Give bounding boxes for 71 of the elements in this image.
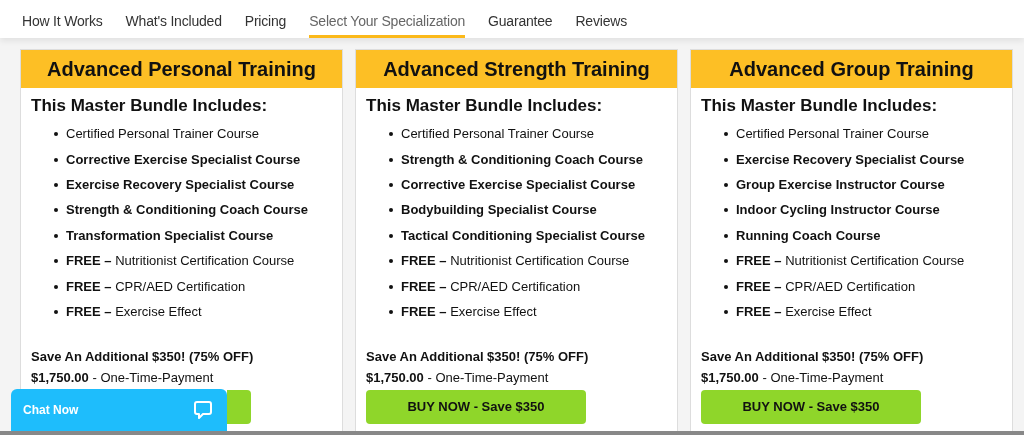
list-item: Exercise Recovery Specialist Course (66, 176, 295, 193)
list-item: FREE – CPR/AED Certification (401, 278, 581, 295)
nav-link[interactable]: What's Included (125, 7, 222, 38)
bullet-icon (724, 157, 728, 162)
bullet-icon (724, 284, 728, 289)
list-item: Transformation Specialist Course (66, 227, 274, 244)
list-item: Certified Personal Trainer Course (66, 126, 259, 143)
bullet-icon (389, 233, 393, 238)
list-item: Tactical Conditioning Specialist Course (401, 227, 645, 244)
list-item: Strength & Conditioning Coach Course (66, 202, 308, 219)
list-item: Certified Personal Trainer Course (401, 126, 594, 143)
bullet-icon (724, 182, 728, 187)
bullet-icon (724, 233, 728, 238)
savings-text: Save An Additional $350! (75% OFF) (701, 347, 925, 366)
bullet-icon (389, 132, 393, 137)
list-item: FREE – CPR/AED Certification (66, 278, 246, 295)
bullet-icon (54, 284, 58, 289)
bullet-icon (54, 182, 58, 187)
list-item: Corrective Exercise Specialist Course (401, 176, 636, 193)
list-item: FREE – Exercise Effect (736, 303, 872, 320)
list-item: FREE – Exercise Effect (401, 303, 537, 320)
list-item: FREE – Nutritionist Certification Course (401, 253, 630, 270)
list-item: Indoor Cycling Instructor Course (736, 202, 940, 219)
buy-button[interactable]: BUY NOW - Save $350 (701, 389, 921, 424)
buy-button[interactable]: BUY NOW - Save $350 (366, 389, 586, 424)
list-item: Group Exercise Instructor Course (736, 176, 945, 193)
savings-text: Save An Additional $350! (75% OFF) (366, 347, 590, 366)
bullet-icon (54, 233, 58, 238)
card-title: Advanced Group Training (691, 50, 1012, 88)
list-item: Strength & Conditioning Coach Course (401, 151, 643, 168)
price-text: $1,750.00 - One-Time-Payment (366, 369, 550, 388)
bullet-icon (389, 259, 393, 264)
card-subtitle: This Master Bundle Includes: (31, 95, 269, 117)
list-item: FREE – CPR/AED Certification (736, 278, 916, 295)
bullet-icon (724, 208, 728, 213)
list-item: FREE – Nutritionist Certification Course (66, 253, 295, 270)
nav-link[interactable]: How It Works (22, 7, 103, 38)
list-item: Running Coach Course (736, 227, 881, 244)
nav-link[interactable]: Reviews (575, 7, 627, 38)
bullet-icon (54, 208, 58, 213)
nav-link[interactable]: Pricing (244, 7, 287, 38)
list-item: Bodybuilding Specialist Course (401, 202, 597, 219)
bullet-icon (724, 309, 728, 314)
bullet-icon (54, 132, 58, 137)
list-item: Certified Personal Trainer Course (736, 126, 929, 143)
bullet-icon (389, 284, 393, 289)
bullet-icon (389, 309, 393, 314)
card-subtitle: This Master Bundle Includes: (701, 95, 939, 117)
chat-label: Chat Now (23, 402, 79, 419)
bullet-icon (389, 182, 393, 187)
price-text: $1,750.00 - One-Time-Payment (701, 369, 885, 388)
bullet-icon (54, 157, 58, 162)
card-title: Advanced Personal Training (21, 50, 342, 88)
list-item: Corrective Exercise Specialist Course (66, 151, 301, 168)
bullet-icon (389, 157, 393, 162)
list-item: FREE – Nutritionist Certification Course (736, 253, 965, 270)
list-item: FREE – Exercise Effect (66, 303, 202, 320)
bullet-icon (724, 132, 728, 137)
chat-icon (193, 400, 213, 420)
price-text: $1,750.00 - One-Time-Payment (31, 369, 215, 388)
bullet-icon (724, 259, 728, 264)
card-subtitle: This Master Bundle Includes: (366, 95, 604, 117)
buy-button[interactable] (227, 389, 251, 424)
bullet-icon (54, 259, 58, 264)
nav-link[interactable]: Guarantee (488, 7, 553, 38)
savings-text: Save An Additional $350! (75% OFF) (31, 347, 255, 366)
nav-link[interactable]: Select Your Specialization (309, 7, 466, 38)
bullet-icon (389, 208, 393, 213)
card-title: Advanced Strength Training (356, 50, 677, 88)
list-item: Exercise Recovery Specialist Course (736, 151, 965, 168)
bullet-icon (54, 309, 58, 314)
